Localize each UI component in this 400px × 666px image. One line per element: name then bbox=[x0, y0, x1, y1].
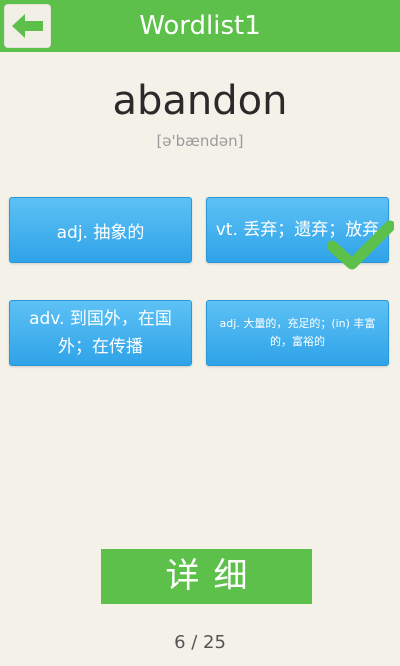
word-text: abandon bbox=[112, 78, 288, 124]
option-button-2[interactable]: vt. 丢弃；遗弃；放弃 bbox=[206, 197, 389, 263]
word-phonetic: [ə'bændən] bbox=[156, 132, 244, 150]
page-title: Wordlist1 bbox=[139, 11, 261, 41]
detail-button[interactable]: 详细 bbox=[101, 549, 312, 604]
header-bar: Wordlist1 bbox=[0, 0, 400, 52]
option-button-1[interactable]: adj. 抽象的 bbox=[9, 197, 192, 263]
progress-counter: 6 / 25 bbox=[174, 632, 226, 653]
option-button-4[interactable]: adj. 大量的，充足的；(in) 丰富的，富裕的 bbox=[206, 300, 389, 366]
option-button-3[interactable]: adv. 到国外，在国外；在传播 bbox=[9, 300, 192, 366]
